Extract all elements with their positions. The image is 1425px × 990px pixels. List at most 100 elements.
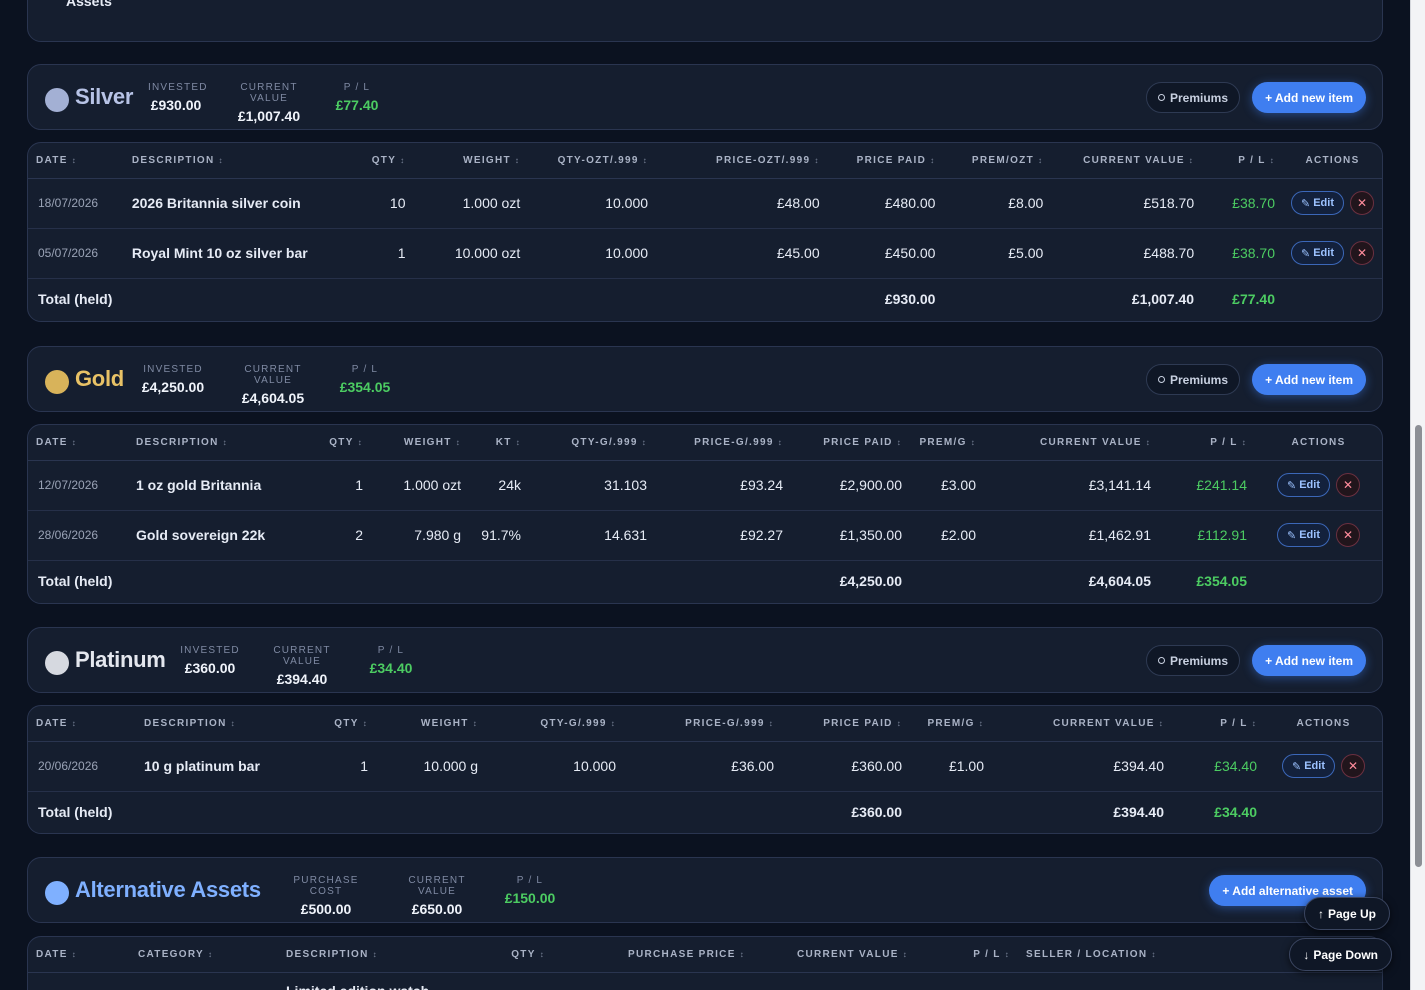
platinum-table: DATE ↕ DESCRIPTION ↕ QTY ↕ WEIGHT ↕ QTY-G/.9… (28, 706, 1382, 832)
col-purchase-price[interactable]: PURCHASE PRICE ↕ (553, 937, 753, 973)
platinum-header-row: DATE ↕ DESCRIPTION ↕ QTY ↕ WEIGHT ↕ QTY-G/.9… (28, 706, 1382, 742)
assets-panel-bottom: Assets (27, 0, 1383, 42)
arrow-down-icon: ↓ (1303, 947, 1310, 962)
col-pl[interactable]: P / L ↕ (1202, 143, 1283, 179)
silver-add-item-button[interactable]: + Add new item (1252, 82, 1366, 113)
col-qty[interactable]: QTY ↕ (306, 425, 371, 461)
premiums-icon (1157, 657, 1165, 664)
col-qty-ozt[interactable]: QTY-OZT/.999 ↕ (528, 143, 657, 179)
col-price-ozt[interactable]: PRICE-OZT/.999 ↕ (656, 143, 828, 179)
alternative-table-panel: DATE ↕ CATEGORY ↕ DESCRIPTION ↕ QTY ↕ PURCHA… (27, 936, 1383, 990)
edit-button[interactable]: ✎ Edit (1291, 241, 1344, 265)
col-kt[interactable]: KT ↕ (469, 425, 529, 461)
platinum-title: Platinum (75, 647, 166, 672)
col-qty-g[interactable]: QTY-G/.999 ↕ (486, 706, 624, 742)
silver-header-row: DATE ↕ DESCRIPTION ↕ QTY ↕ WEIGHT ↕ QTY-OZT/… (28, 143, 1382, 179)
col-prem-g[interactable]: PREM/G ↕ (910, 425, 984, 461)
col-date[interactable]: DATE ↕ (28, 425, 128, 461)
alternative-header: Alternative Assets PURCHASE COST £500.00 … (27, 857, 1383, 923)
col-price-paid[interactable]: PRICE PAID ↕ (827, 143, 944, 179)
col-price-paid[interactable]: PRICE PAID ↕ (791, 425, 910, 461)
col-actions: ACTIONS (1255, 425, 1382, 461)
col-pl[interactable]: P / L ↕ (916, 937, 1018, 973)
silver-table: DATE ↕ DESCRIPTION ↕ QTY ↕ WEIGHT ↕ QTY-OZT/… (28, 143, 1382, 319)
col-seller-location[interactable]: SELLER / LOCATION ↕ (1018, 937, 1178, 973)
scrollbar-thumb[interactable] (1415, 425, 1422, 867)
page-up-button[interactable]: ↑ Page Up (1303, 897, 1390, 930)
delete-button[interactable]: ✕ (1350, 191, 1374, 215)
col-prem-ozt[interactable]: PREM/OZT ↕ (943, 143, 1052, 179)
platinum-pl: P / L £34.40 (369, 645, 413, 676)
table-row: 05/07/2026 Royal Mint 10 oz silver bar 1… (28, 228, 1382, 279)
pencil-icon: ✎ (1292, 760, 1302, 773)
table-row: 12/07/2026 1 oz gold Britannia 1 1.000 o… (28, 460, 1382, 511)
col-current-value[interactable]: CURRENT VALUE ↕ (984, 425, 1159, 461)
col-category[interactable]: CATEGORY ↕ (130, 937, 278, 973)
col-description[interactable]: DESCRIPTION ↕ (128, 425, 306, 461)
col-current-value[interactable]: CURRENT VALUE ↕ (1051, 143, 1203, 179)
col-description[interactable]: DESCRIPTION ↕ (278, 937, 453, 973)
gold-current-value: CURRENT VALUE £4,604.05 (241, 364, 305, 406)
col-date[interactable]: DATE ↕ (28, 706, 136, 742)
pencil-icon: ✎ (1287, 529, 1297, 542)
platinum-add-item-button[interactable]: + Add new item (1252, 645, 1366, 676)
col-pl[interactable]: P / L ↕ (1159, 425, 1255, 461)
table-row: 18/07/2026 2026 Britannia silver coin 10… (28, 178, 1382, 229)
col-pl[interactable]: P / L ↕ (1172, 706, 1265, 742)
col-weight[interactable]: WEIGHT ↕ (376, 706, 486, 742)
delete-button[interactable]: ✕ (1336, 523, 1360, 547)
alternative-current-value: CURRENT VALUE £650.00 (408, 875, 466, 917)
pencil-icon: ✎ (1301, 247, 1311, 260)
silver-premiums-button[interactable]: Premiums (1145, 82, 1240, 113)
gold-header-row: DATE ↕ DESCRIPTION ↕ QTY ↕ WEIGHT ↕ KT ↕ QTY-… (28, 425, 1382, 461)
gold-table: DATE ↕ DESCRIPTION ↕ QTY ↕ WEIGHT ↕ KT ↕ QTY-… (28, 425, 1382, 601)
col-actions: ACTIONS (1283, 143, 1382, 179)
scrollbar[interactable] (1410, 0, 1425, 990)
alternative-dot-icon (45, 881, 69, 905)
col-qty[interactable]: QTY ↕ (296, 706, 376, 742)
alternative-purchase-cost: PURCHASE COST £500.00 (293, 875, 359, 917)
table-row: 28/06/2026 Gold sovereign 22k 2 7.980 g … (28, 510, 1382, 561)
alternative-title: Alternative Assets (75, 877, 261, 902)
platinum-premiums-button[interactable]: Premiums (1145, 645, 1240, 676)
gold-invested: INVESTED £4,250.00 (141, 364, 205, 395)
col-current-value[interactable]: CURRENT VALUE ↕ (753, 937, 916, 973)
col-qty-g[interactable]: QTY-G/.999 ↕ (529, 425, 655, 461)
delete-button[interactable]: ✕ (1341, 754, 1365, 778)
edit-button[interactable]: ✎ Edit (1277, 523, 1330, 547)
premiums-icon (1157, 94, 1165, 101)
delete-button[interactable]: ✕ (1336, 473, 1360, 497)
silver-pl: P / L £77.40 (335, 82, 379, 113)
page-down-button[interactable]: ↓ Page Down (1289, 938, 1392, 971)
col-price-paid[interactable]: PRICE PAID ↕ (782, 706, 910, 742)
edit-button[interactable]: ✎ Edit (1291, 191, 1344, 215)
gold-dot-icon (45, 370, 69, 394)
silver-invested: INVESTED £930.00 (148, 82, 208, 113)
col-date[interactable]: DATE ↕ (28, 937, 130, 973)
platinum-dot-icon (45, 651, 69, 675)
col-description[interactable]: DESCRIPTION ↕ (123, 143, 344, 179)
gold-header: Gold INVESTED £4,250.00 CURRENT VALUE £4,6… (27, 346, 1383, 412)
silver-title: Silver (75, 84, 134, 109)
col-price-g[interactable]: PRICE-G/.999 ↕ (655, 425, 791, 461)
col-weight[interactable]: WEIGHT ↕ (413, 143, 529, 179)
delete-button[interactable]: ✕ (1350, 241, 1374, 265)
col-current-value[interactable]: CURRENT VALUE ↕ (992, 706, 1172, 742)
col-description[interactable]: DESCRIPTION ↕ (136, 706, 296, 742)
edit-button[interactable]: ✎ Edit (1277, 473, 1330, 497)
col-qty[interactable]: QTY ↕ (343, 143, 414, 179)
total-row: Total (held) £4,250.00 £4,604.05 £354.05 (38, 572, 1247, 589)
gold-add-item-button[interactable]: + Add new item (1252, 364, 1366, 395)
col-weight[interactable]: WEIGHT ↕ (371, 425, 469, 461)
col-price-g[interactable]: PRICE-G/.999 ↕ (624, 706, 782, 742)
col-date[interactable]: DATE ↕ (28, 143, 124, 179)
col-qty[interactable]: QTY ↕ (453, 937, 553, 973)
gold-premiums-button[interactable]: Premiums (1145, 364, 1240, 395)
silver-header: Silver INVESTED £930.00 CURRENT VALUE £1,0… (27, 64, 1383, 130)
table-row: 20/06/2026 10 g platinum bar 1 10.000 g … (28, 741, 1382, 792)
platinum-invested: INVESTED £360.00 (180, 645, 240, 676)
col-prem-g[interactable]: PREM/G ↕ (910, 706, 992, 742)
col-actions: ACTIONS (1265, 706, 1382, 742)
gold-title: Gold (75, 366, 124, 391)
edit-button[interactable]: ✎ Edit (1282, 754, 1335, 778)
